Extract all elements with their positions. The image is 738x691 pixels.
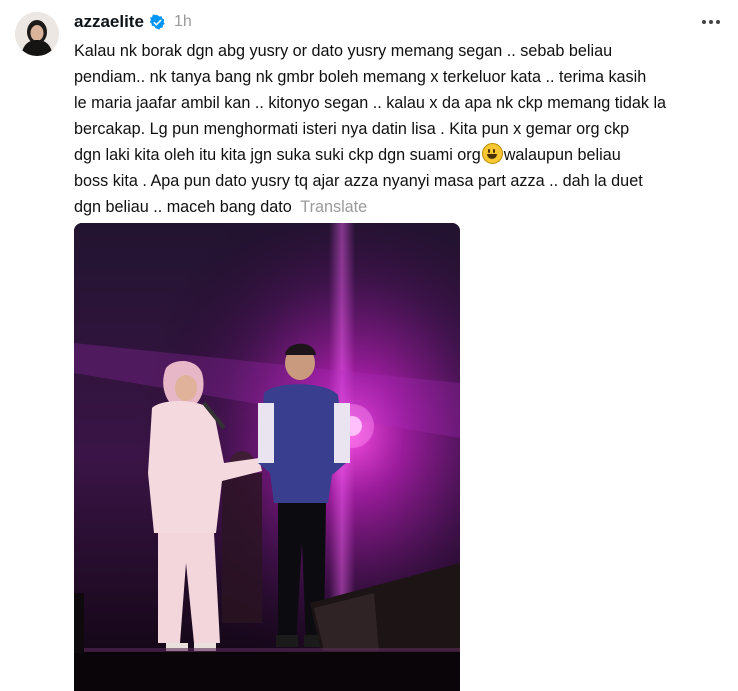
grinning-face-emoji bbox=[481, 143, 503, 164]
timestamp: 1h bbox=[173, 13, 192, 30]
post-text: Kalau nk borak dgn abg yusry or dato yus… bbox=[74, 38, 724, 220]
avatar[interactable] bbox=[15, 12, 59, 56]
verified-badge-icon bbox=[149, 14, 166, 31]
post-header: azzaelite 1h bbox=[74, 10, 192, 34]
concert-stage-image bbox=[74, 223, 460, 691]
more-options-icon[interactable] bbox=[700, 12, 722, 32]
post: azzaelite 1h Kalau nk borak dgn abg yusr… bbox=[0, 0, 738, 691]
avatar-image bbox=[15, 12, 59, 56]
username[interactable]: azzaelite bbox=[74, 12, 144, 32]
post-photo[interactable] bbox=[74, 223, 460, 691]
translate-link[interactable]: Translate bbox=[300, 198, 367, 216]
